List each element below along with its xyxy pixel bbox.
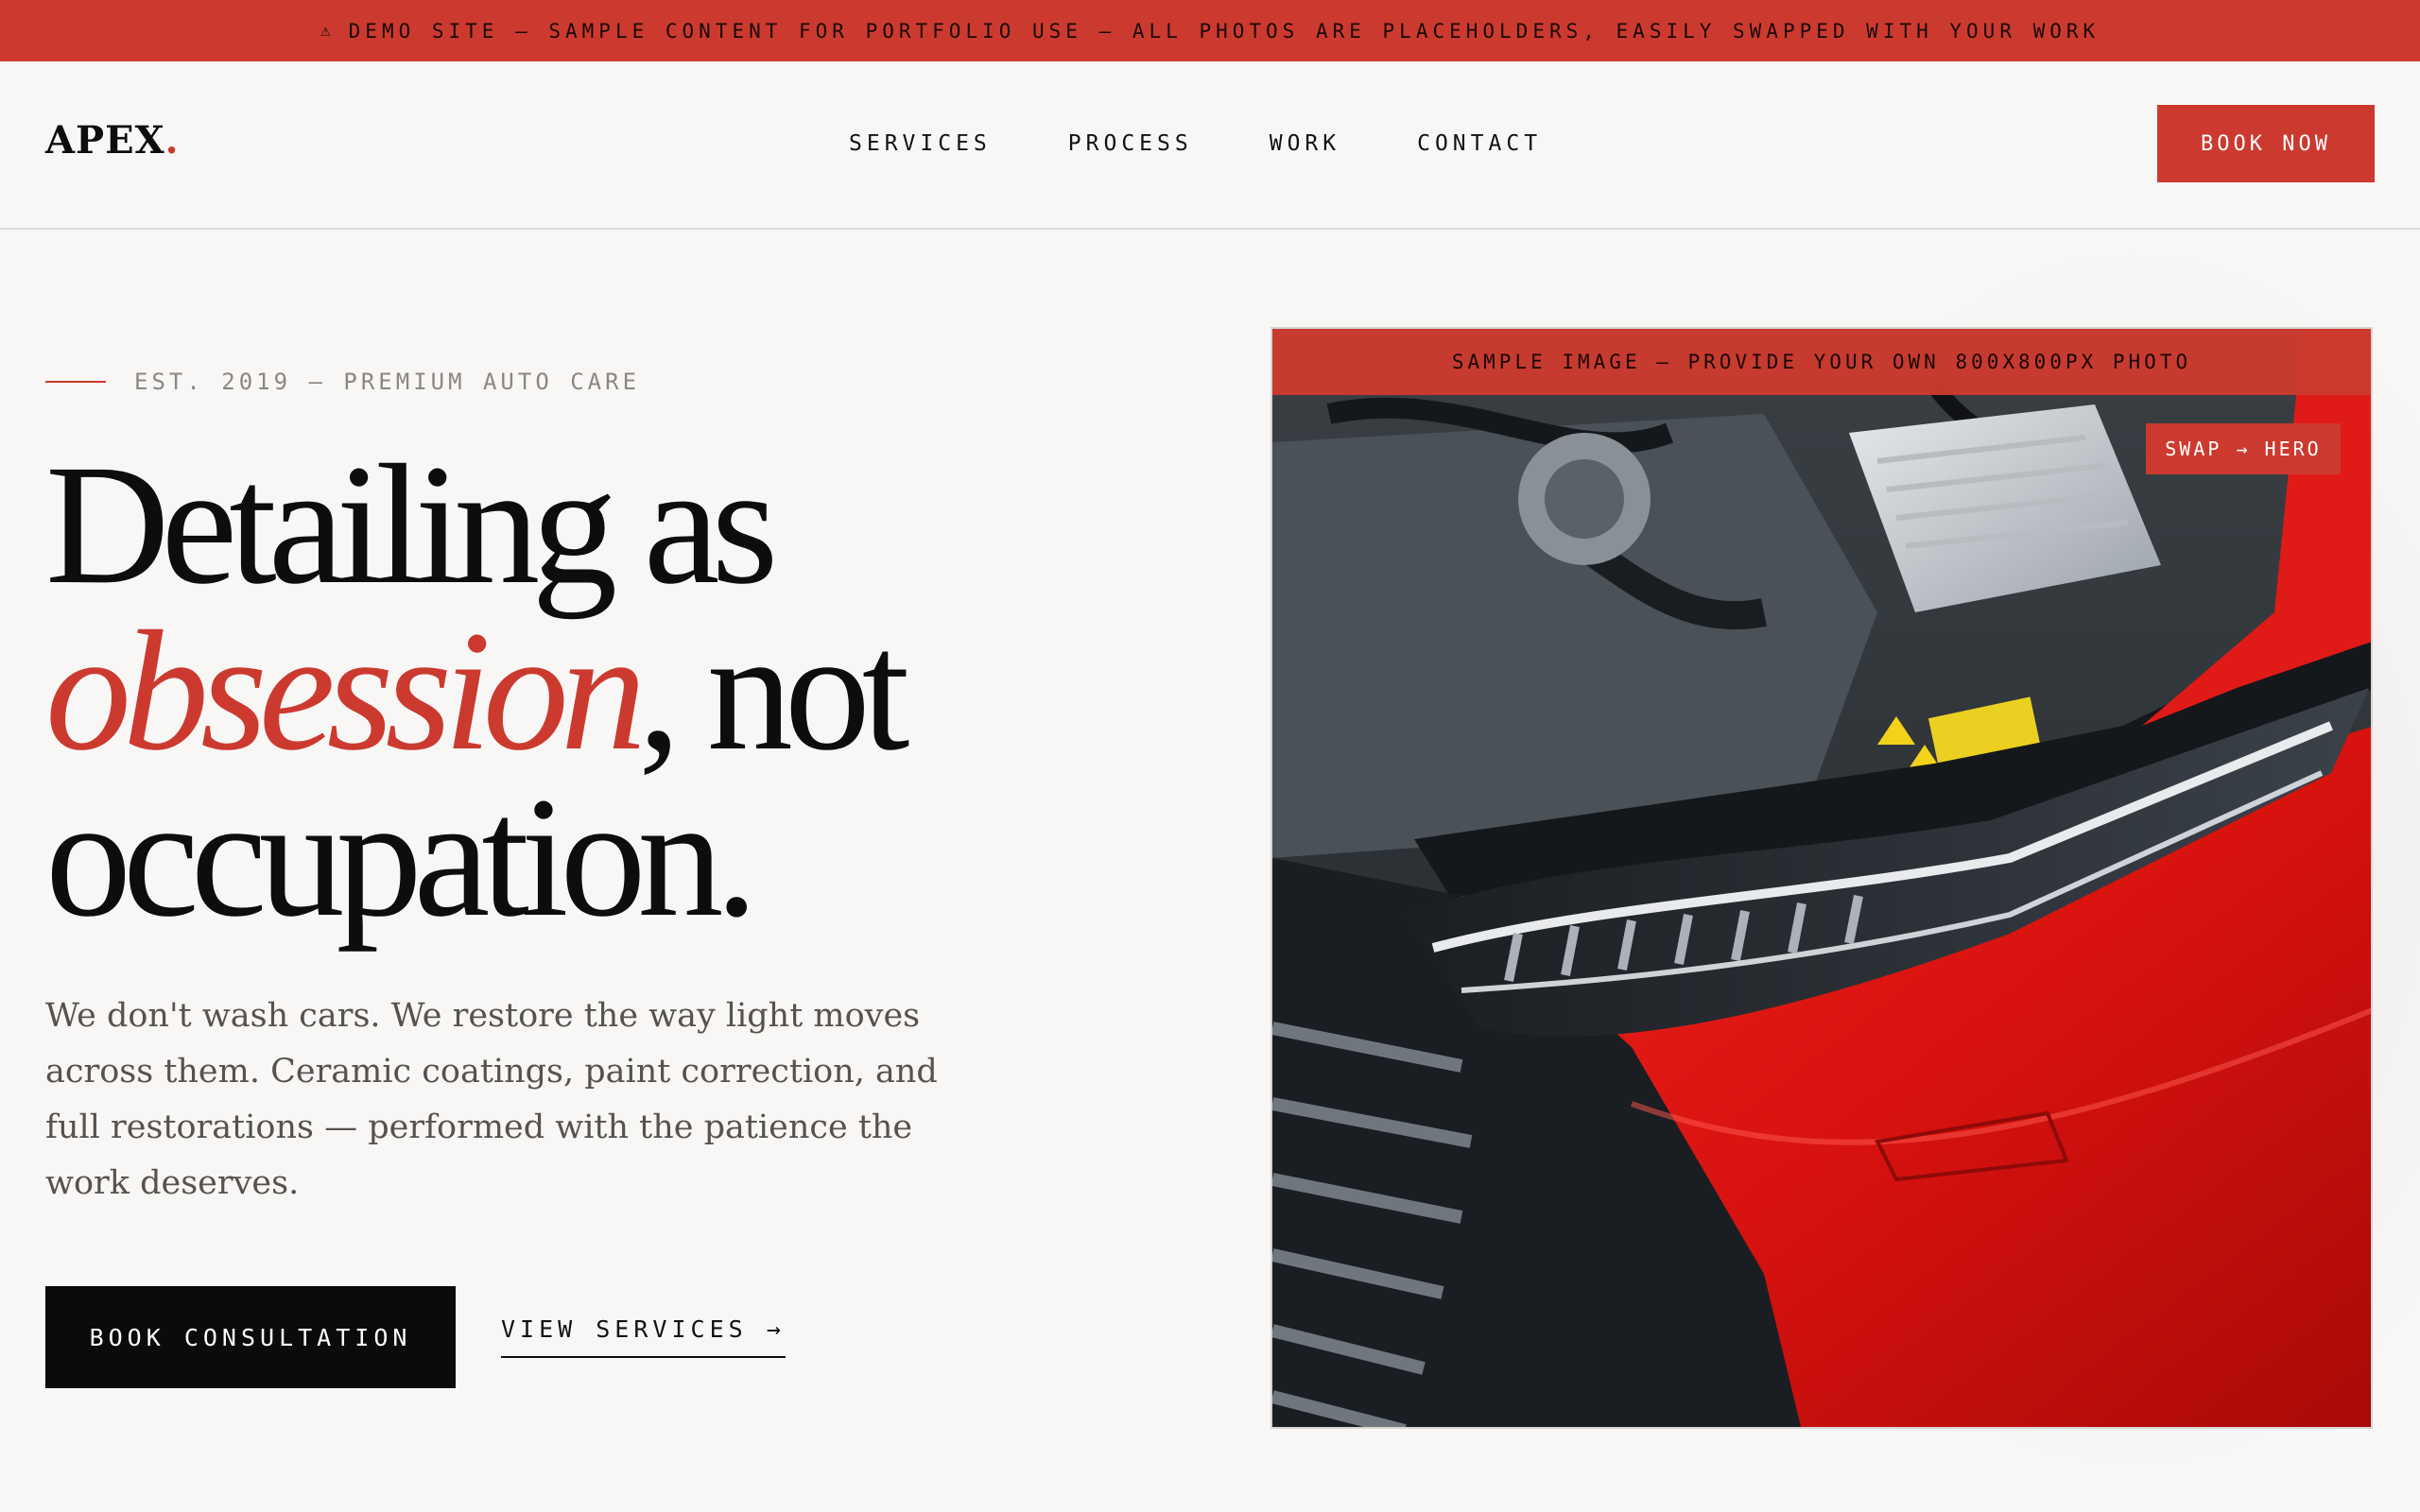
hero-lede: We don't wash cars. We restore the way l… xyxy=(45,997,938,1202)
brand-logo[interactable]: APEX. xyxy=(45,118,180,163)
brand-name: APEX xyxy=(45,118,165,163)
book-now-button[interactable]: BOOK NOW xyxy=(2157,105,2375,182)
swap-hero-tag[interactable]: SWAP → HERO xyxy=(2146,423,2341,474)
image-caption: SAMPLE IMAGE — PROVIDE YOUR OWN 800X800P… xyxy=(1272,329,2371,395)
headline-line-2-rest: , not xyxy=(637,596,910,786)
site-header: APEX. SERVICES PROCESS WORK CONTACT BOOK… xyxy=(0,61,2420,230)
demo-banner: ⚠ DEMO SITE — SAMPLE CONTENT FOR PORTFOL… xyxy=(0,0,2420,61)
headline-line-3: occupation. xyxy=(45,763,758,953)
headline-accent: obsession xyxy=(45,596,647,786)
eyebrow-rule xyxy=(45,381,106,383)
nav-item-services[interactable]: SERVICES xyxy=(849,131,992,156)
view-services-link[interactable]: VIEW SERVICES → xyxy=(501,1315,786,1358)
main-nav: SERVICES PROCESS WORK CONTACT xyxy=(849,131,1542,156)
hero-eyebrow: EST. 2019 — PREMIUM AUTO CARE xyxy=(45,369,640,395)
nav-item-contact[interactable]: CONTACT xyxy=(1417,131,1542,156)
nav-item-process[interactable]: PROCESS xyxy=(1068,131,1193,156)
nav-item-work[interactable]: WORK xyxy=(1270,131,1340,156)
demo-banner-text: DEMO SITE — SAMPLE CONTENT FOR PORTFOLIO… xyxy=(348,19,2100,43)
brand-dot: . xyxy=(164,118,180,163)
car-photo-illustration xyxy=(1272,329,2371,1427)
headline-line-1: Detailing as xyxy=(45,430,778,620)
book-consultation-button[interactable]: BOOK CONSULTATION xyxy=(45,1286,456,1388)
eyebrow-text: EST. 2019 — PREMIUM AUTO CARE xyxy=(134,369,641,395)
hero-image: SAMPLE IMAGE — PROVIDE YOUR OWN 800X800P… xyxy=(1270,327,2373,1429)
hero-headline: Detailing as obsession, not occupation. xyxy=(45,439,1085,944)
warning-icon: ⚠ xyxy=(320,21,336,41)
